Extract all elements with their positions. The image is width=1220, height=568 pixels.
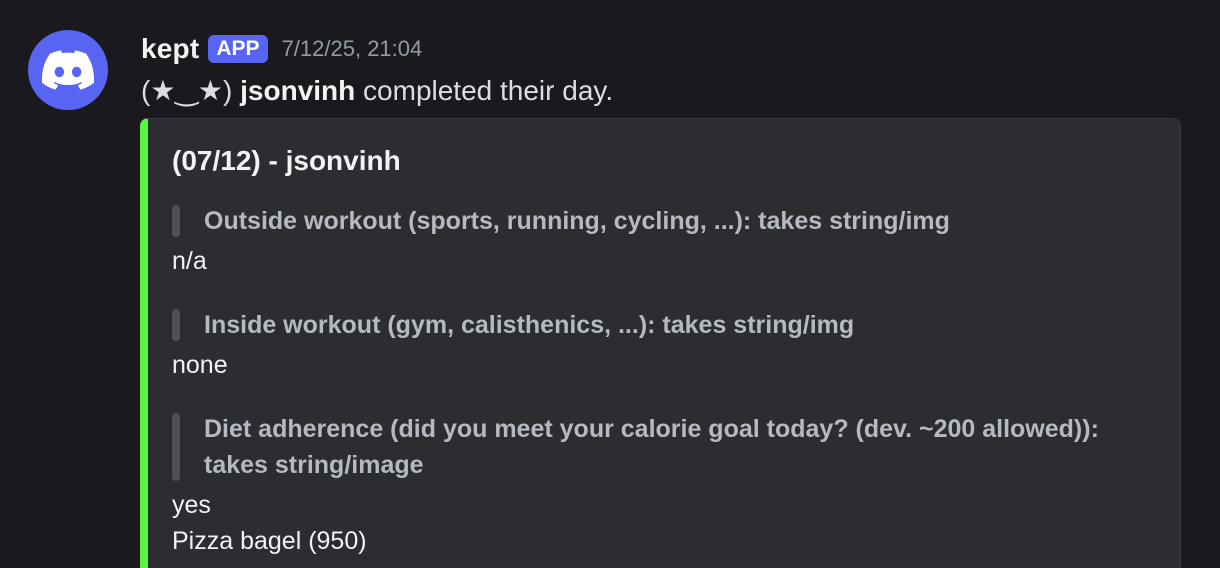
field-name-line-1: Diet adherence (did you meet your calori… [204,415,1099,443]
quote-bar [172,309,180,341]
message-header: kept APP 7/12/25, 21:04 [141,30,422,68]
field-value-line-1: yes [172,491,211,519]
field-quote: Diet adherence (did you meet your calori… [172,411,1162,483]
field-value-line-2: Pizza bagel (950) [172,527,367,555]
app-badge: APP [208,35,268,63]
field-name: Inside workout (gym, calisthenics, ...):… [204,311,855,339]
embed-field-outside-workout: Outside workout (sports, running, cyclin… [172,203,1162,279]
message-content: (★‿★) jsonvinh completed their day. [141,74,613,107]
field-quote: Inside workout (gym, calisthenics, ...):… [172,307,1162,343]
field-quote: Outside workout (sports, running, cyclin… [172,203,1162,239]
author-name[interactable]: kept [141,33,199,65]
quote-bar [172,413,180,481]
discord-logo-icon [42,50,94,90]
embed-title: (07/12) - jsonvinh [172,145,401,176]
field-value: n/a [172,247,207,275]
embed: (07/12) - jsonvinh Outside workout (spor… [140,118,1181,568]
chat-message: kept APP 7/12/25, 21:04 (★‿★) jsonvinh c… [0,0,1220,568]
content-username: jsonvinh [240,75,356,106]
content-emoticon: (★‿★) [141,75,233,106]
field-name-line-2: takes string/image [204,451,424,479]
quote-bar [172,205,180,237]
embed-field-inside-workout: Inside workout (gym, calisthenics, ...):… [172,307,1162,383]
timestamp: 7/12/25, 21:04 [281,36,423,61]
embed-field-diet-adherence: Diet adherence (did you meet your calori… [172,411,1162,559]
content-text: completed their day. [363,75,614,106]
field-name: Outside workout (sports, running, cyclin… [204,207,950,235]
avatar[interactable] [28,30,108,110]
field-value: none [172,351,228,379]
